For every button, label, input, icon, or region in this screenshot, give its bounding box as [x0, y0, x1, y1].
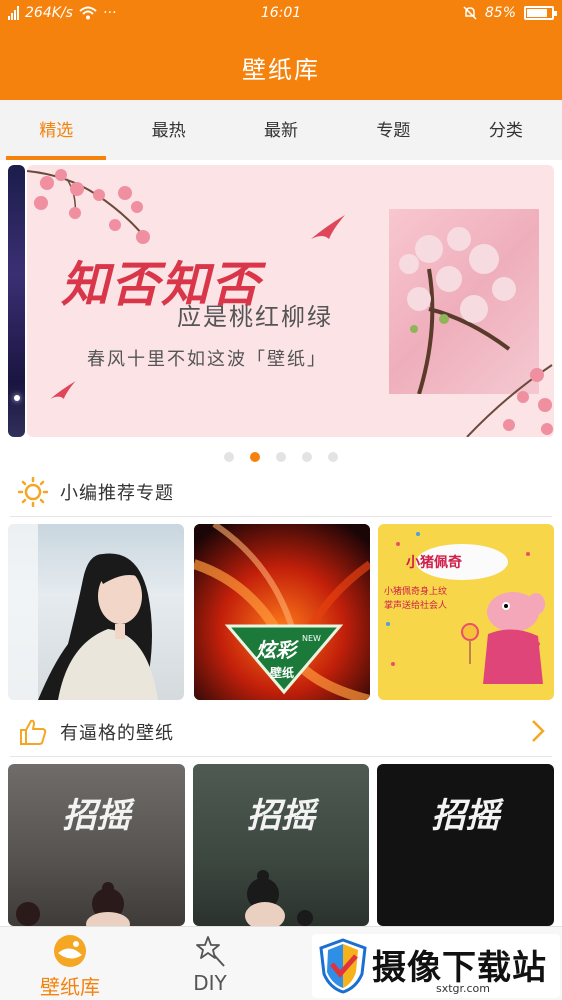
carousel-dot-active[interactable]	[250, 452, 260, 462]
app-header: 壁纸库	[0, 28, 562, 100]
wallpaper-card[interactable]: 招摇	[377, 764, 554, 926]
sun-icon	[18, 477, 48, 507]
wallpaper-logo: 招摇	[247, 796, 315, 836]
carousel-indicator	[0, 452, 562, 462]
wallpaper-logo: 招摇	[431, 796, 500, 836]
peppa-pig-illustration	[386, 532, 545, 684]
banner-slide[interactable]: 知否知否 应是桃红柳绿 春风十里不如这波「壁纸」	[27, 165, 554, 437]
wallpaper-card[interactable]: 招摇	[8, 764, 185, 926]
carousel-dot[interactable]	[224, 452, 234, 462]
nav-label: DIY	[193, 971, 227, 995]
tab-categories[interactable]: 分类	[450, 100, 562, 160]
battery-fill	[527, 9, 548, 17]
thumbs-up-icon	[20, 719, 47, 745]
status-bar: 264K/s ··· 16:01 85%	[0, 0, 562, 28]
wallpaper-logo: 招摇	[62, 796, 131, 836]
figures-illustration	[16, 882, 130, 926]
nav-label: 壁纸库	[40, 975, 100, 999]
section-title: 小编推荐专题	[60, 483, 174, 504]
battery-percent: 85%	[484, 5, 516, 21]
divider	[10, 516, 552, 517]
status-right: 85%	[463, 5, 557, 21]
section-stylish-wallpapers[interactable]: 有逼格的壁纸	[0, 708, 562, 754]
banner-previous-slide[interactable]	[8, 165, 25, 437]
section-title: 有逼格的壁纸	[60, 723, 174, 744]
watermark: 摄像下载站 sxtgr.com	[312, 934, 560, 998]
tab-hottest[interactable]: 最热	[112, 100, 224, 160]
swallow-icon	[311, 215, 345, 239]
portrait-illustration	[8, 524, 158, 700]
topic-card-colorful[interactable]: 炫彩 NEW 壁纸	[194, 524, 370, 700]
page-title: 壁纸库	[242, 56, 320, 84]
shield-logo-icon	[319, 938, 367, 994]
divider	[10, 756, 552, 757]
topic-card-peppa[interactable]: 小猪佩奇 小猪佩奇身上纹 掌声送给社会人	[378, 524, 554, 700]
carousel-dot[interactable]	[302, 452, 312, 462]
card-caption-line1: 小猪佩奇身上纹	[384, 587, 448, 597]
battery-icon	[524, 6, 557, 20]
badge-title: 炫彩	[256, 638, 296, 662]
carousel-dot[interactable]	[328, 452, 338, 462]
tab-topics[interactable]: 专题	[337, 100, 449, 160]
swallow-icon	[50, 381, 76, 399]
magic-star-icon	[196, 936, 225, 967]
chevron-right-icon[interactable]	[528, 718, 548, 744]
badge-new: NEW	[302, 634, 321, 643]
alarm-off-icon	[463, 6, 477, 20]
banner-subtitle: 应是桃红柳绿	[177, 303, 333, 331]
wallpaper-card[interactable]: 招摇	[193, 764, 369, 926]
cherry-branch-illustration	[466, 364, 553, 437]
watermark-url: sxtgr.com	[435, 982, 491, 995]
tab-bar: 精选 最热 最新 专题 分类	[0, 100, 562, 160]
topic-card-portrait[interactable]	[8, 524, 184, 700]
banner-carousel[interactable]: 知否知否 应是桃红柳绿 春风十里不如这波「壁纸」	[0, 165, 562, 437]
section-recommended-topics: 小编推荐专题	[0, 468, 562, 514]
figures-illustration	[245, 870, 313, 926]
tab-featured[interactable]: 精选	[0, 100, 112, 160]
cherry-branch-illustration	[27, 169, 150, 244]
banner-tagline: 春风十里不如这波「壁纸」	[87, 349, 327, 370]
card-title: 小猪佩奇	[406, 555, 462, 571]
badge-subtitle: 壁纸	[270, 666, 295, 680]
nav-item-diy[interactable]: DIY	[160, 927, 260, 1000]
wallpaper-library-icon	[54, 935, 86, 967]
card-caption-line2: 掌声送给社会人	[384, 601, 448, 611]
tab-newest[interactable]: 最新	[225, 100, 337, 160]
nav-item-wallpaper-library[interactable]: 壁纸库	[20, 927, 120, 1000]
carousel-dot[interactable]	[276, 452, 286, 462]
